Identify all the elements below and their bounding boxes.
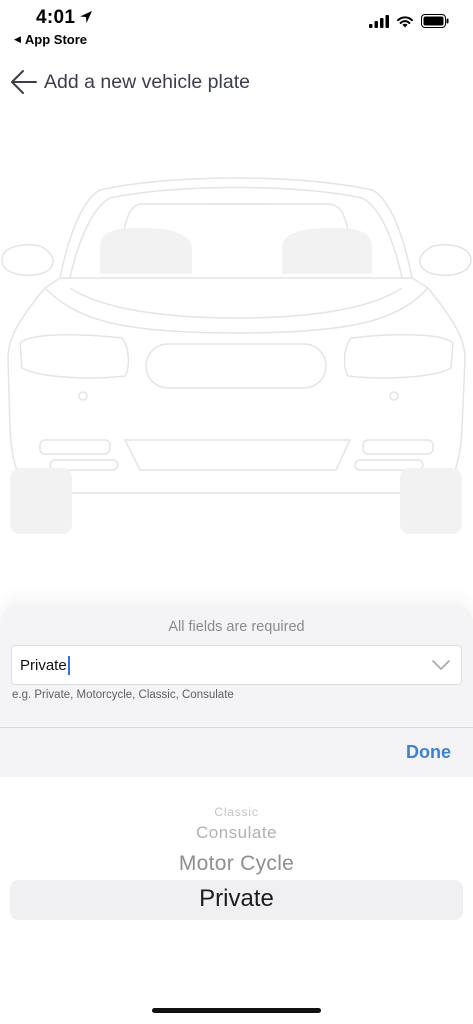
back-app-label: App Store xyxy=(24,32,88,47)
wifi-icon xyxy=(397,15,413,27)
back-to-app-link[interactable]: ◀ App Store xyxy=(14,32,87,47)
battery-icon xyxy=(421,14,449,28)
car-front-illustration xyxy=(1,177,472,534)
picker-option-consulate[interactable]: Consulate xyxy=(0,823,473,843)
done-button[interactable]: Done xyxy=(406,742,451,763)
plate-type-value: Private xyxy=(20,657,67,674)
status-time: 4:01 xyxy=(36,7,76,28)
status-icons xyxy=(369,14,449,28)
picker-toolbar: Done xyxy=(0,727,473,777)
back-triangle-icon: ◀ xyxy=(14,34,21,44)
plate-type-value-wrap: Private xyxy=(20,656,70,675)
picker-option-classic[interactable]: Classic xyxy=(0,805,473,819)
plate-type-picker[interactable]: Classic Consulate Motor Cycle Private xyxy=(0,777,473,992)
home-indicator xyxy=(152,1008,321,1013)
plate-type-helper: e.g. Private, Motorcycle, Classic, Consu… xyxy=(12,689,234,701)
page-title: Add a new vehicle plate xyxy=(44,71,250,93)
required-fields-note: All fields are required xyxy=(168,619,305,635)
nav-header: Add a new vehicle plate xyxy=(0,62,473,106)
plate-type-select[interactable]: Private xyxy=(11,645,462,685)
location-arrow-icon xyxy=(80,11,92,23)
picker-option-motor-cycle[interactable]: Motor Cycle xyxy=(0,852,473,876)
plate-form-sheet: All fields are required Private e.g. Pri… xyxy=(0,605,473,727)
back-arrow-icon[interactable] xyxy=(9,67,39,97)
signal-icon xyxy=(369,14,389,28)
picker-option-private[interactable]: Private xyxy=(0,885,473,913)
text-cursor xyxy=(67,656,70,675)
status-bar: 4:01 ◀ App Store xyxy=(0,0,473,52)
chevron-down-icon[interactable] xyxy=(431,658,451,672)
